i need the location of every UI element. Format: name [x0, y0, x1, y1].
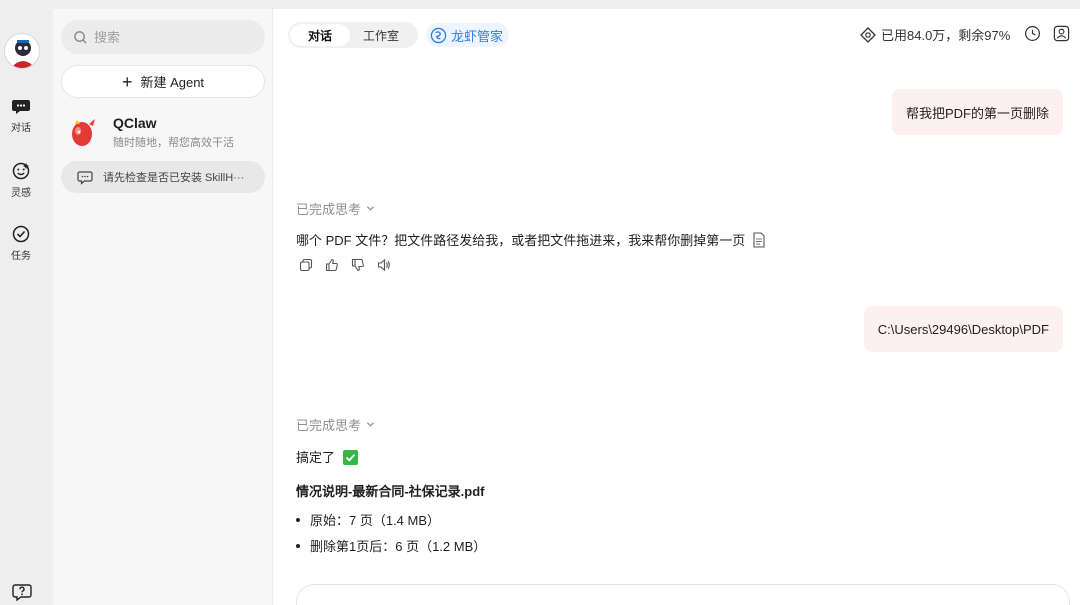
- help-icon: [12, 584, 32, 602]
- new-agent-button[interactable]: + 新建 Agent: [61, 65, 265, 98]
- dislike-button[interactable]: [351, 258, 377, 272]
- bullet-dot: [296, 543, 300, 548]
- assistant-message-text: 哪个 PDF 文件？把文件路径发给我，或者把文件拖进来，我来帮你删掉第一页: [296, 233, 746, 248]
- user-message-text: C:\Users\29496\Desktop\PDF: [877, 321, 1049, 337]
- thumbs-down-icon: [351, 258, 364, 272]
- speaker-icon: [377, 258, 390, 272]
- mode-tabs: 对话 工作室: [288, 22, 418, 48]
- side-panel: + 新建 Agent QClaw 随时随地，帮您高效干活 请先检查是否已安装 S…: [53, 9, 273, 605]
- agent-item-qclaw[interactable]: QClaw 随时随地，帮您高效干活: [61, 110, 265, 154]
- profile-button[interactable]: [1053, 25, 1070, 45]
- left-rail: 对话 灵感 任务: [0, 9, 53, 605]
- copy-icon: [299, 258, 313, 272]
- agent-name: QClaw: [113, 114, 157, 131]
- rail-item-label: 任务: [11, 251, 31, 262]
- qclaw-logo-icon: [72, 119, 95, 146]
- user-message: C:\Users\29496\Desktop\PDF: [863, 306, 1063, 352]
- file-name: 情况说明-最新合同-社保记录.pdf: [296, 484, 485, 499]
- assistant-message-text: 搞定了: [296, 450, 336, 465]
- quota-text: 已用84.0万，剩余97%: [881, 28, 1011, 43]
- message-composer[interactable]: [296, 584, 1070, 605]
- user-avatar[interactable]: [4, 33, 40, 69]
- brand-label: 龙虾管家: [451, 28, 504, 44]
- conversation-item[interactable]: 请先检查是否已安装 SkillH···: [61, 161, 265, 193]
- chevron-down-icon: [366, 206, 375, 211]
- check-circle-icon: [12, 225, 30, 243]
- lobster-manager-icon: [430, 27, 447, 43]
- list-item-text: 删除第1页后：6 页（1.2 MB）: [310, 539, 487, 554]
- thinking-toggle[interactable]: 已完成思考: [296, 415, 375, 434]
- copy-button[interactable]: [299, 258, 325, 272]
- thinking-label: 已完成思考: [296, 418, 362, 433]
- user-message: 帮我把PDF的第一页删除: [891, 89, 1063, 135]
- list-item-text: 原始：7 页（1.4 MB）: [310, 513, 441, 528]
- assistant-message: 哪个 PDF 文件？把文件路径发给我，或者把文件拖进来，我来帮你删掉第一页: [296, 230, 766, 249]
- assistant-message: 搞定了: [296, 447, 358, 466]
- thinking-toggle[interactable]: 已完成思考: [296, 199, 375, 218]
- bullet-dot: [296, 517, 300, 522]
- conversation-title: 请先检查是否已安装 SkillH···: [103, 172, 245, 184]
- rail-item-tasks[interactable]: 任务: [0, 224, 42, 262]
- tab-studio[interactable]: 工作室: [350, 24, 412, 46]
- read-aloud-button[interactable]: [377, 258, 403, 272]
- user-message-text: 帮我把PDF的第一页删除: [905, 105, 1049, 121]
- tab-chat[interactable]: 对话: [290, 24, 350, 46]
- list-item: 原始：7 页（1.4 MB）: [296, 510, 440, 529]
- chat-outline-icon: [77, 171, 93, 185]
- rail-item-inspiration[interactable]: 灵感: [0, 161, 42, 199]
- like-button[interactable]: [325, 258, 351, 272]
- search-icon: [74, 30, 87, 44]
- help-button[interactable]: [12, 581, 32, 604]
- user-square-icon: [1053, 25, 1070, 42]
- smiley-icon: [12, 162, 30, 180]
- clock-icon: [1024, 25, 1041, 42]
- search-box[interactable]: [61, 20, 265, 54]
- rail-item-label: 对话: [11, 123, 31, 134]
- window-top-strip: [0, 0, 1080, 9]
- history-button[interactable]: [1024, 25, 1041, 45]
- agent-description: 随时随地，帮您高效干活: [113, 136, 234, 149]
- diamond-gauge-icon: [860, 26, 876, 43]
- new-agent-label: 新建 Agent: [140, 75, 205, 90]
- chevron-down-icon: [366, 422, 375, 427]
- check-mark-icon: [342, 450, 358, 465]
- rail-item-label: 灵感: [11, 188, 31, 199]
- document-icon: [753, 232, 765, 248]
- plus-icon: +: [121, 71, 133, 92]
- thinking-label: 已完成思考: [296, 202, 362, 217]
- message-actions: [299, 258, 403, 272]
- search-input[interactable]: [94, 29, 244, 45]
- rail-item-chat[interactable]: 对话: [0, 96, 42, 134]
- list-item: 删除第1页后：6 页（1.2 MB）: [296, 536, 486, 555]
- quota-indicator[interactable]: 已用84.0万，剩余97%: [860, 25, 1010, 44]
- brand-button[interactable]: 龙虾管家: [426, 23, 510, 47]
- chat-bubble-icon: [12, 100, 30, 114]
- thumbs-up-icon: [325, 258, 338, 272]
